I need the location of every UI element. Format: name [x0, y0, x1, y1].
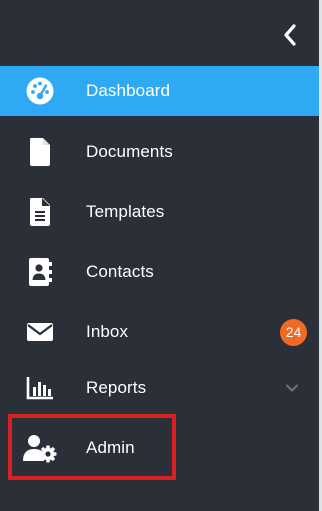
- sidebar-item-contacts[interactable]: Contacts: [0, 247, 319, 297]
- sidebar: Dashboard Documents Templates Contacts I…: [0, 0, 322, 511]
- envelope-icon: [22, 314, 58, 350]
- sidebar-item-label: Templates: [86, 202, 165, 221]
- speedometer-icon: [22, 73, 58, 109]
- sidebar-item-label: Documents: [86, 142, 173, 161]
- sidebar-item-documents[interactable]: Documents: [0, 127, 319, 177]
- sidebar-item-admin[interactable]: Admin: [0, 423, 319, 473]
- sidebar-item-label: Contacts: [86, 262, 154, 281]
- sidebar-item-inbox[interactable]: Inbox 24: [0, 307, 319, 357]
- sidebar-item-label: Admin: [86, 438, 135, 457]
- file-text-icon: [22, 194, 58, 230]
- user-gear-icon: [22, 430, 58, 466]
- inbox-count-badge: 24: [280, 318, 307, 346]
- sidebar-item-label: Inbox: [86, 322, 129, 341]
- sidebar-item-dashboard[interactable]: Dashboard: [0, 66, 319, 116]
- sidebar-item-label: Reports: [86, 378, 147, 397]
- sidebar-item-reports[interactable]: Reports: [0, 363, 319, 413]
- document-icon: [22, 134, 58, 170]
- sidebar-item-templates[interactable]: Templates: [0, 187, 319, 237]
- chevron-down-icon[interactable]: [284, 380, 300, 396]
- address-book-icon: [22, 254, 58, 290]
- sidebar-item-label: Dashboard: [86, 81, 171, 100]
- bar-chart-icon: [22, 370, 58, 406]
- chevron-left-icon: [284, 24, 296, 46]
- collapse-sidebar-button[interactable]: [276, 20, 304, 50]
